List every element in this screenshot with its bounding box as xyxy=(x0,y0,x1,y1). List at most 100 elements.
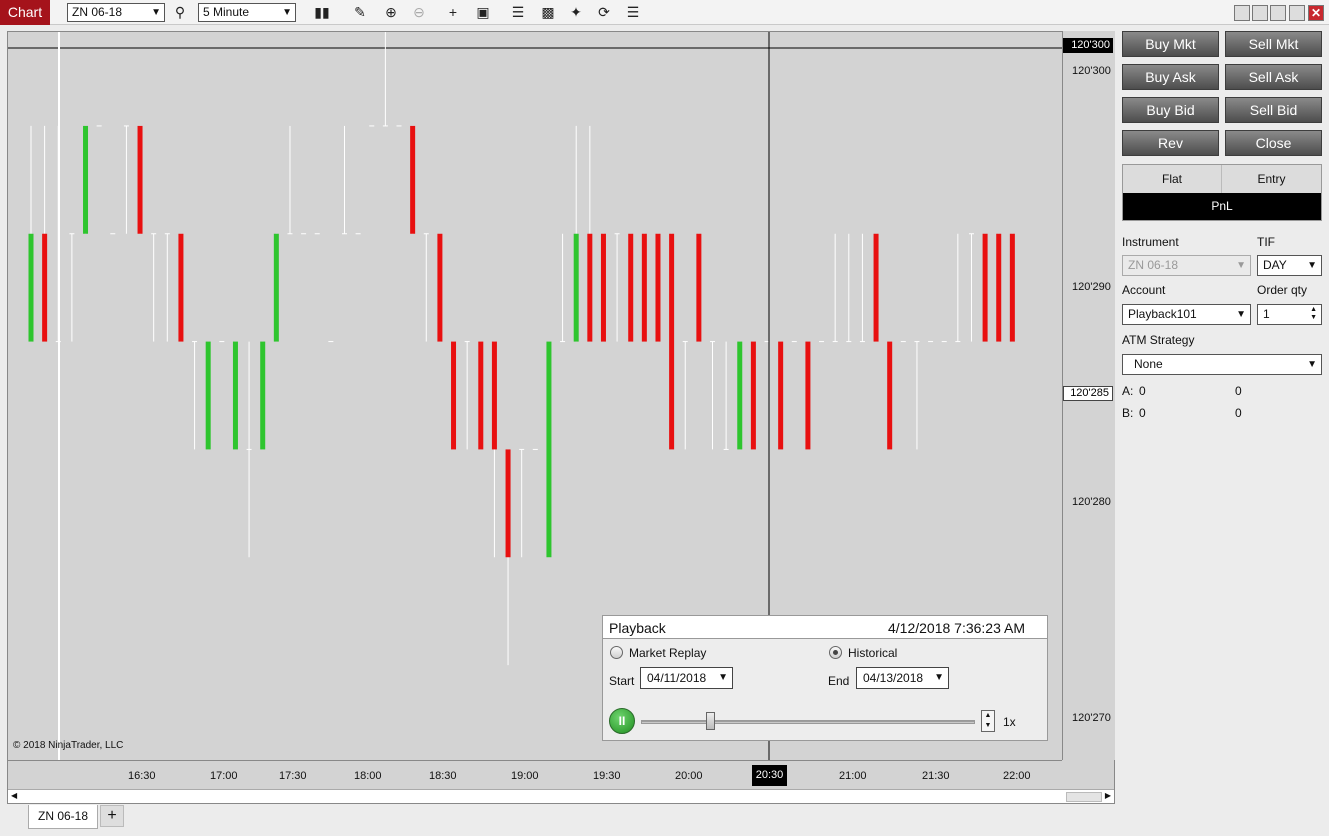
search-icon[interactable]: ⚲ xyxy=(170,3,190,22)
candle-body xyxy=(791,341,797,343)
horizontal-scrollbar[interactable]: ◀ ▶ xyxy=(8,789,1114,803)
candle xyxy=(955,233,961,343)
close-position-button[interactable]: Close xyxy=(1225,130,1322,156)
candle xyxy=(178,233,184,342)
atm-strategy-value: None xyxy=(1134,357,1163,371)
start-date-value: 04/11/2018 xyxy=(647,671,707,685)
add-tab-button[interactable]: + xyxy=(100,805,124,827)
pin-icon[interactable] xyxy=(1252,5,1268,21)
candle xyxy=(832,233,838,343)
sell-market-button[interactable]: Sell Mkt xyxy=(1225,31,1322,57)
candle-body xyxy=(328,341,334,343)
data-box-icon[interactable]: ▣ xyxy=(473,3,493,22)
candle-body xyxy=(341,233,347,235)
candle-body xyxy=(846,341,852,343)
account-select[interactable]: Playback101 ▼ xyxy=(1122,304,1251,325)
instrument-select-value: ZN 06-18 xyxy=(72,5,123,19)
speed-spinner[interactable]: ▲ ▼ xyxy=(981,710,995,732)
end-date-picker[interactable]: 04/13/2018 ▼ xyxy=(856,667,949,689)
chevron-down-icon: ▼ xyxy=(1236,309,1246,320)
candle xyxy=(328,341,334,343)
pause-button[interactable]: II xyxy=(609,708,635,734)
b-value: 0 xyxy=(1139,406,1146,420)
order-qty-stepper[interactable]: 1 ▲ ▼ xyxy=(1257,304,1322,325)
candle-body xyxy=(710,341,715,343)
refresh-icon[interactable]: ⟳ xyxy=(594,3,614,22)
reverse-button[interactable]: Rev xyxy=(1122,130,1219,156)
draw-icon[interactable]: ✎ xyxy=(350,3,370,22)
candle-body xyxy=(69,233,75,235)
restore-icon[interactable] xyxy=(1234,5,1250,21)
candle xyxy=(887,341,893,450)
playback-slider-thumb[interactable] xyxy=(706,712,715,730)
candle-body xyxy=(900,341,906,343)
instrument-select[interactable]: ZN 06-18 ▼ xyxy=(67,3,165,22)
candle-body xyxy=(641,233,647,342)
candle xyxy=(478,341,484,450)
playback-slider[interactable] xyxy=(641,720,975,724)
candle xyxy=(628,233,634,342)
instrument-selector[interactable]: ZN 06-18 ▼ xyxy=(1122,255,1251,276)
maximize-icon[interactable] xyxy=(1289,5,1305,21)
scroll-right-icon[interactable]: ▶ xyxy=(1105,791,1111,800)
candle xyxy=(437,233,443,342)
playback-panel: Playback 4/12/2018 7:36:23 AM Market Rep… xyxy=(602,615,1048,741)
indicators-icon[interactable]: ☰ xyxy=(508,3,528,22)
a-label: A: xyxy=(1122,384,1134,398)
a-value-2: 0 xyxy=(1235,384,1242,398)
candle xyxy=(805,341,811,450)
historical-radio[interactable] xyxy=(829,646,842,659)
candle xyxy=(192,341,198,450)
candle xyxy=(451,341,457,450)
time-label: 17:00 xyxy=(210,770,238,782)
candle xyxy=(819,341,825,343)
scrollbar-thumb[interactable] xyxy=(1066,792,1102,802)
candle xyxy=(519,448,525,558)
candle xyxy=(778,341,784,450)
candle xyxy=(737,341,743,450)
candle-body xyxy=(42,233,48,342)
sell-bid-button[interactable]: Sell Bid xyxy=(1225,97,1322,123)
candle-body xyxy=(491,341,497,450)
candle xyxy=(614,233,620,342)
stepper-arrows-icon[interactable]: ▲ ▼ xyxy=(1310,306,1317,322)
sell-ask-button[interactable]: Sell Ask xyxy=(1225,64,1322,90)
candle-body xyxy=(519,448,525,450)
candle-body xyxy=(573,233,579,342)
tif-select[interactable]: DAY ▼ xyxy=(1257,255,1322,276)
pnl-display: PnL xyxy=(1123,193,1321,220)
zoom-out-icon[interactable]: ⊖ xyxy=(409,3,429,22)
strategies-icon[interactable]: ▩ xyxy=(538,3,558,22)
candle-body xyxy=(219,341,225,343)
crosshair-icon[interactable]: + xyxy=(443,3,463,22)
zoom-in-icon[interactable]: ⊕ xyxy=(381,3,401,22)
candle-body xyxy=(96,125,102,127)
price-label: 120'290 xyxy=(1072,281,1111,293)
historical-label: Historical xyxy=(848,646,898,660)
price-label: 120'270 xyxy=(1072,712,1111,724)
bar-type-icon[interactable]: ▮▮ xyxy=(312,3,332,22)
start-date-picker[interactable]: 04/11/2018 ▼ xyxy=(640,667,733,689)
tab-zn-06-18[interactable]: ZN 06-18 xyxy=(28,805,98,829)
properties-icon[interactable]: ☰ xyxy=(623,3,643,22)
price-label: 120'280 xyxy=(1072,496,1111,508)
scroll-left-icon[interactable]: ◀ xyxy=(11,791,17,800)
price-label: 120'300 xyxy=(1072,65,1111,77)
crosshair-time-label: 20:30 xyxy=(752,765,787,786)
buy-market-button[interactable]: Buy Mkt xyxy=(1122,31,1219,57)
candle-body xyxy=(928,341,934,343)
minimize-icon[interactable] xyxy=(1270,5,1286,21)
hot-list-icon[interactable]: ✦ xyxy=(566,3,586,22)
candle xyxy=(505,449,511,666)
interval-select[interactable]: 5 Minute ▼ xyxy=(198,3,296,22)
order-qty-value: 1 xyxy=(1263,307,1270,321)
chart-tab[interactable]: Chart xyxy=(0,0,50,25)
close-icon[interactable]: ✕ xyxy=(1308,5,1324,21)
candle-body xyxy=(682,341,688,343)
atm-strategy-select[interactable]: None ▼ xyxy=(1122,354,1322,375)
buy-ask-button[interactable]: Buy Ask xyxy=(1122,64,1219,90)
candle-body xyxy=(314,233,320,235)
buy-bid-button[interactable]: Buy Bid xyxy=(1122,97,1219,123)
candle-body xyxy=(28,233,34,342)
market-replay-radio[interactable] xyxy=(610,646,623,659)
